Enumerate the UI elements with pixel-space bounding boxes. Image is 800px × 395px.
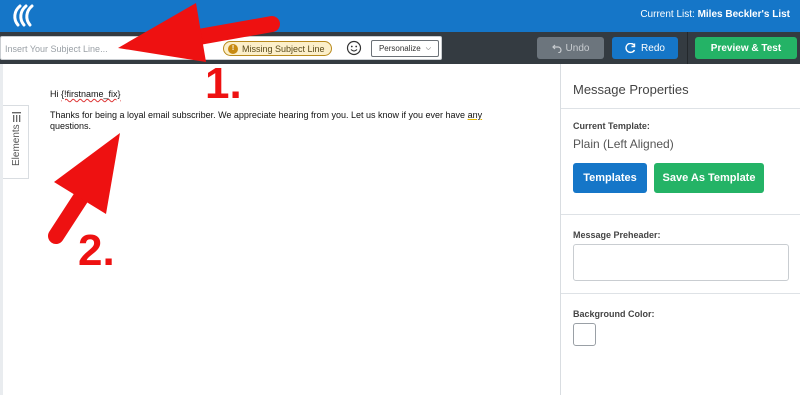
redo-label: Redo xyxy=(641,42,665,54)
save-as-template-button[interactable]: Save As Template xyxy=(654,163,764,193)
panel-divider xyxy=(561,108,800,109)
message-properties-panel: Message Properties Current Template: Pla… xyxy=(561,64,800,395)
body-paragraph[interactable]: Thanks for being a loyal email subscribe… xyxy=(50,110,510,132)
subject-line-input[interactable] xyxy=(5,40,215,57)
missing-subject-badge: ! Missing Subject Line xyxy=(223,41,332,56)
preview-test-button[interactable]: Preview & Test xyxy=(695,37,797,59)
current-template-value: Plain (Left Aligned) xyxy=(573,137,674,151)
undo-button[interactable]: Undo xyxy=(537,37,604,59)
panel-divider xyxy=(561,293,800,294)
chevron-down-icon: ⌵ xyxy=(425,44,432,52)
undo-icon xyxy=(551,44,562,53)
redo-icon xyxy=(625,42,636,53)
redo-button[interactable]: Redo xyxy=(612,37,678,59)
body-text-part1: Thanks for being a loyal email subscribe… xyxy=(50,110,468,120)
current-list-name[interactable]: Miles Beckler's List xyxy=(698,9,790,20)
email-body[interactable]: Hi {!firstname_fix} Thanks for being a l… xyxy=(50,89,510,132)
personalize-dropdown[interactable]: Personalize ⌵ xyxy=(371,40,439,57)
preheader-label: Message Preheader: xyxy=(573,230,661,240)
merge-tag: {!firstname_fix} xyxy=(61,89,121,99)
emoji-icon[interactable] xyxy=(346,40,362,56)
elements-label: Elements xyxy=(11,124,22,166)
annotation-label-2: 2. xyxy=(78,226,115,275)
toolbar-divider xyxy=(687,32,688,64)
subject-line-box: ! Missing Subject Line Personalize ⌵ xyxy=(0,36,442,60)
body-text-part2: questions. xyxy=(50,121,92,131)
top-bar: Current List: Miles Beckler's List xyxy=(0,0,800,32)
missing-subject-text: Missing Subject Line xyxy=(242,43,325,54)
current-list: Current List: Miles Beckler's List xyxy=(640,9,790,20)
annotation-label-1: 1. xyxy=(205,59,242,108)
greeting-text: Hi xyxy=(50,89,61,99)
elements-tab[interactable]: Elements xyxy=(3,105,29,179)
elements-icon xyxy=(12,112,21,122)
preheader-input[interactable] xyxy=(573,244,789,281)
greeting-line[interactable]: Hi {!firstname_fix} xyxy=(50,89,510,100)
warning-icon: ! xyxy=(228,43,238,54)
logo-icon[interactable] xyxy=(10,3,38,29)
personalize-label: Personalize xyxy=(378,44,421,53)
templates-button[interactable]: Templates xyxy=(573,163,647,193)
undo-label: Undo xyxy=(565,42,590,54)
panel-title: Message Properties xyxy=(573,82,689,97)
background-color-swatch[interactable] xyxy=(573,323,596,346)
spellcheck-word: any xyxy=(467,110,483,120)
panel-divider xyxy=(561,214,800,215)
current-template-label: Current Template: xyxy=(573,121,650,131)
current-list-prefix: Current List: xyxy=(640,9,695,20)
background-color-label: Background Color: xyxy=(573,309,655,319)
